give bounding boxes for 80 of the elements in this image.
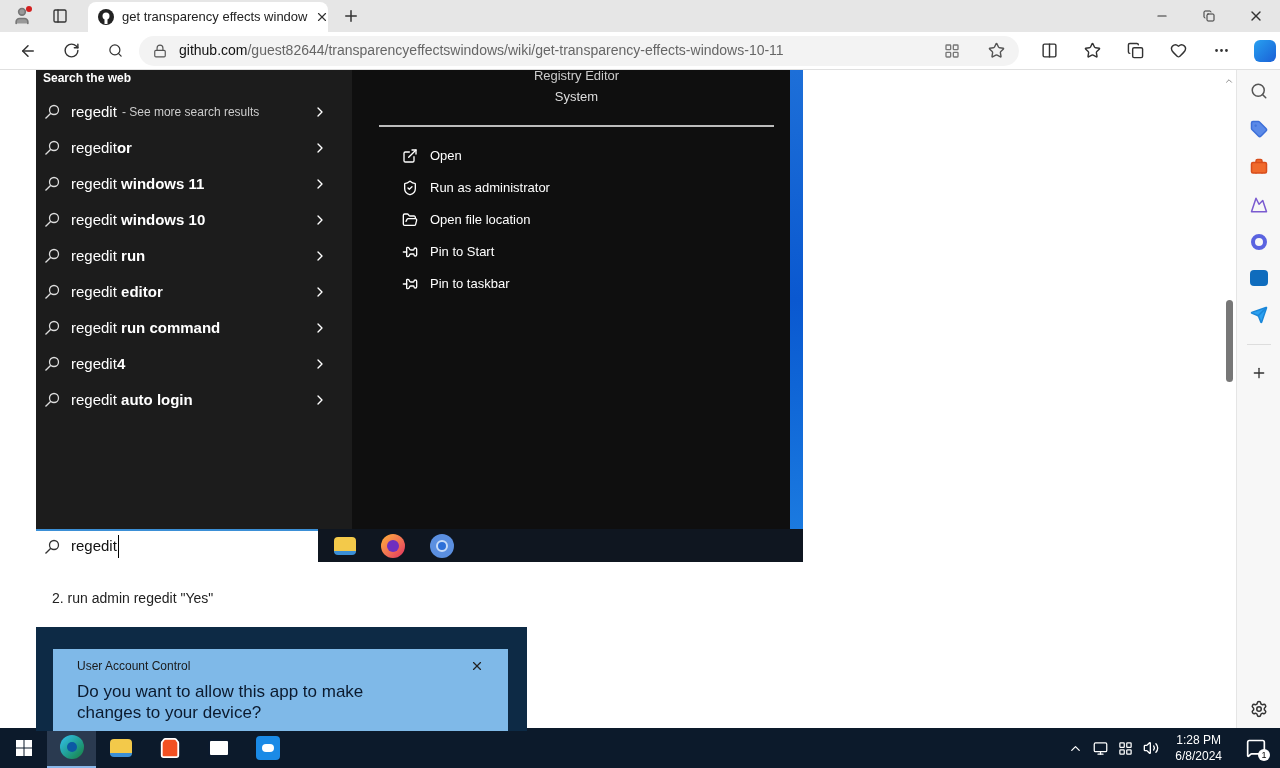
github-icon: [98, 9, 114, 25]
app-icon: [255, 736, 280, 760]
search-suggestion[interactable]: regedit4: [36, 346, 352, 382]
suggestion-text: regedit windows 10: [71, 209, 206, 230]
browser-essentials-icon[interactable]: [1170, 42, 1187, 59]
suggestion-text: regedit4: [71, 353, 126, 374]
collections-icon[interactable]: [1127, 42, 1144, 59]
folder-icon[interactable]: [334, 536, 356, 555]
profile-icon[interactable]: [12, 6, 32, 26]
search-suggestion[interactable]: regedit auto login: [36, 382, 352, 418]
suggestion-text: regedit run command: [71, 317, 221, 338]
tab-title: get transparency effects window: [122, 8, 308, 27]
context-action[interactable]: Run as administrator: [379, 171, 774, 204]
search-suggestion[interactable]: regeditor: [36, 130, 352, 166]
search-suggestion[interactable]: regedit editor: [36, 274, 352, 310]
open-icon: [402, 147, 418, 164]
windows-start-icon[interactable]: [16, 740, 32, 756]
search-icon: [44, 356, 60, 372]
search-suggestion[interactable]: regedit run: [36, 238, 352, 274]
restore-icon[interactable]: [1203, 10, 1215, 22]
tag-icon[interactable]: [1249, 120, 1268, 138]
send-icon[interactable]: [1249, 306, 1268, 324]
search-suggestion[interactable]: regedit windows 11: [36, 166, 352, 202]
folder-icon: [109, 739, 132, 757]
context-action[interactable]: Open file location: [379, 203, 774, 236]
search-suggestion[interactable]: regedit windows 10: [36, 202, 352, 238]
search-icon: [44, 212, 60, 228]
scrollbar-thumb[interactable]: [1225, 300, 1233, 382]
suggestion-text: regedit editor: [71, 281, 163, 302]
search-icon[interactable]: [1249, 82, 1268, 100]
browser-icon: [59, 735, 84, 759]
folder-icon: [402, 211, 418, 228]
search-box[interactable]: regedit: [36, 529, 318, 562]
url-text: github.com/guest82644/transparencyeffectswindows/wiki/get-transparency-effects-windows-10-11: [179, 41, 784, 60]
search-icon: [44, 104, 60, 120]
close-icon[interactable]: [470, 659, 484, 673]
suggestion-text: regedit run: [71, 245, 146, 266]
new-tab-icon[interactable]: [342, 7, 360, 25]
suggestion-note: - See more search results: [121, 104, 260, 121]
suggestion-text: regeditor: [71, 137, 132, 158]
app-title: Registry Editor: [532, 71, 621, 81]
suggestion-text: regedit: [71, 101, 117, 122]
suggestion-text: regedit auto login: [71, 389, 193, 410]
search-icon: [44, 140, 60, 156]
search-suggestion[interactable]: regedit - See more search results: [36, 94, 352, 130]
shield-icon: [402, 179, 418, 196]
search-icon[interactable]: [108, 43, 123, 58]
address-bar[interactable]: github.com/guest82644/transparencyeffectswindows/wiki/get-transparency-effects-windows-10-11: [139, 35, 1019, 66]
search-icon: [44, 538, 60, 555]
settings-icon[interactable]: [1249, 700, 1268, 718]
app-available-icon[interactable]: [944, 42, 960, 59]
search-suggestion[interactable]: regedit run command: [36, 310, 352, 346]
volume-icon[interactable]: [1143, 740, 1160, 756]
favorite-icon[interactable]: [988, 42, 1005, 59]
search-icon: [44, 284, 60, 300]
context-action[interactable]: Pin to Start: [379, 235, 774, 268]
browser-icon[interactable]: [430, 533, 454, 558]
favorites-icon[interactable]: [1084, 42, 1101, 59]
context-action[interactable]: Open: [379, 139, 774, 172]
step-text: 2. run admin regedit "Yes": [52, 589, 215, 608]
split-screen-icon[interactable]: [1041, 42, 1058, 59]
context-action[interactable]: Pin to taskbar: [379, 267, 774, 300]
dialog-title: User Account Control: [77, 658, 191, 675]
tab-actions-icon[interactable]: [52, 8, 68, 24]
section-title: Search the web: [42, 71, 133, 85]
dialog-question: Do you want to allow this app to make changes to your device?: [77, 681, 365, 723]
toolbox-icon[interactable]: [1249, 158, 1268, 176]
search-value: regedit: [71, 535, 119, 558]
search-icon: [44, 176, 60, 192]
search-icon: [44, 320, 60, 336]
reload-icon[interactable]: [63, 42, 80, 59]
clock[interactable]: 1:28 PM 6/8/2024: [1175, 732, 1222, 764]
search-icon: [44, 392, 60, 408]
notification-count: 1: [1258, 749, 1270, 761]
browser-tab[interactable]: get transparency effects window: [88, 2, 328, 32]
suggestion-text: regedit windows 11: [71, 173, 205, 194]
lock-icon: [153, 43, 167, 58]
app-category: System: [553, 88, 600, 106]
firefox-icon[interactable]: [381, 533, 405, 558]
search-icon: [44, 248, 60, 264]
